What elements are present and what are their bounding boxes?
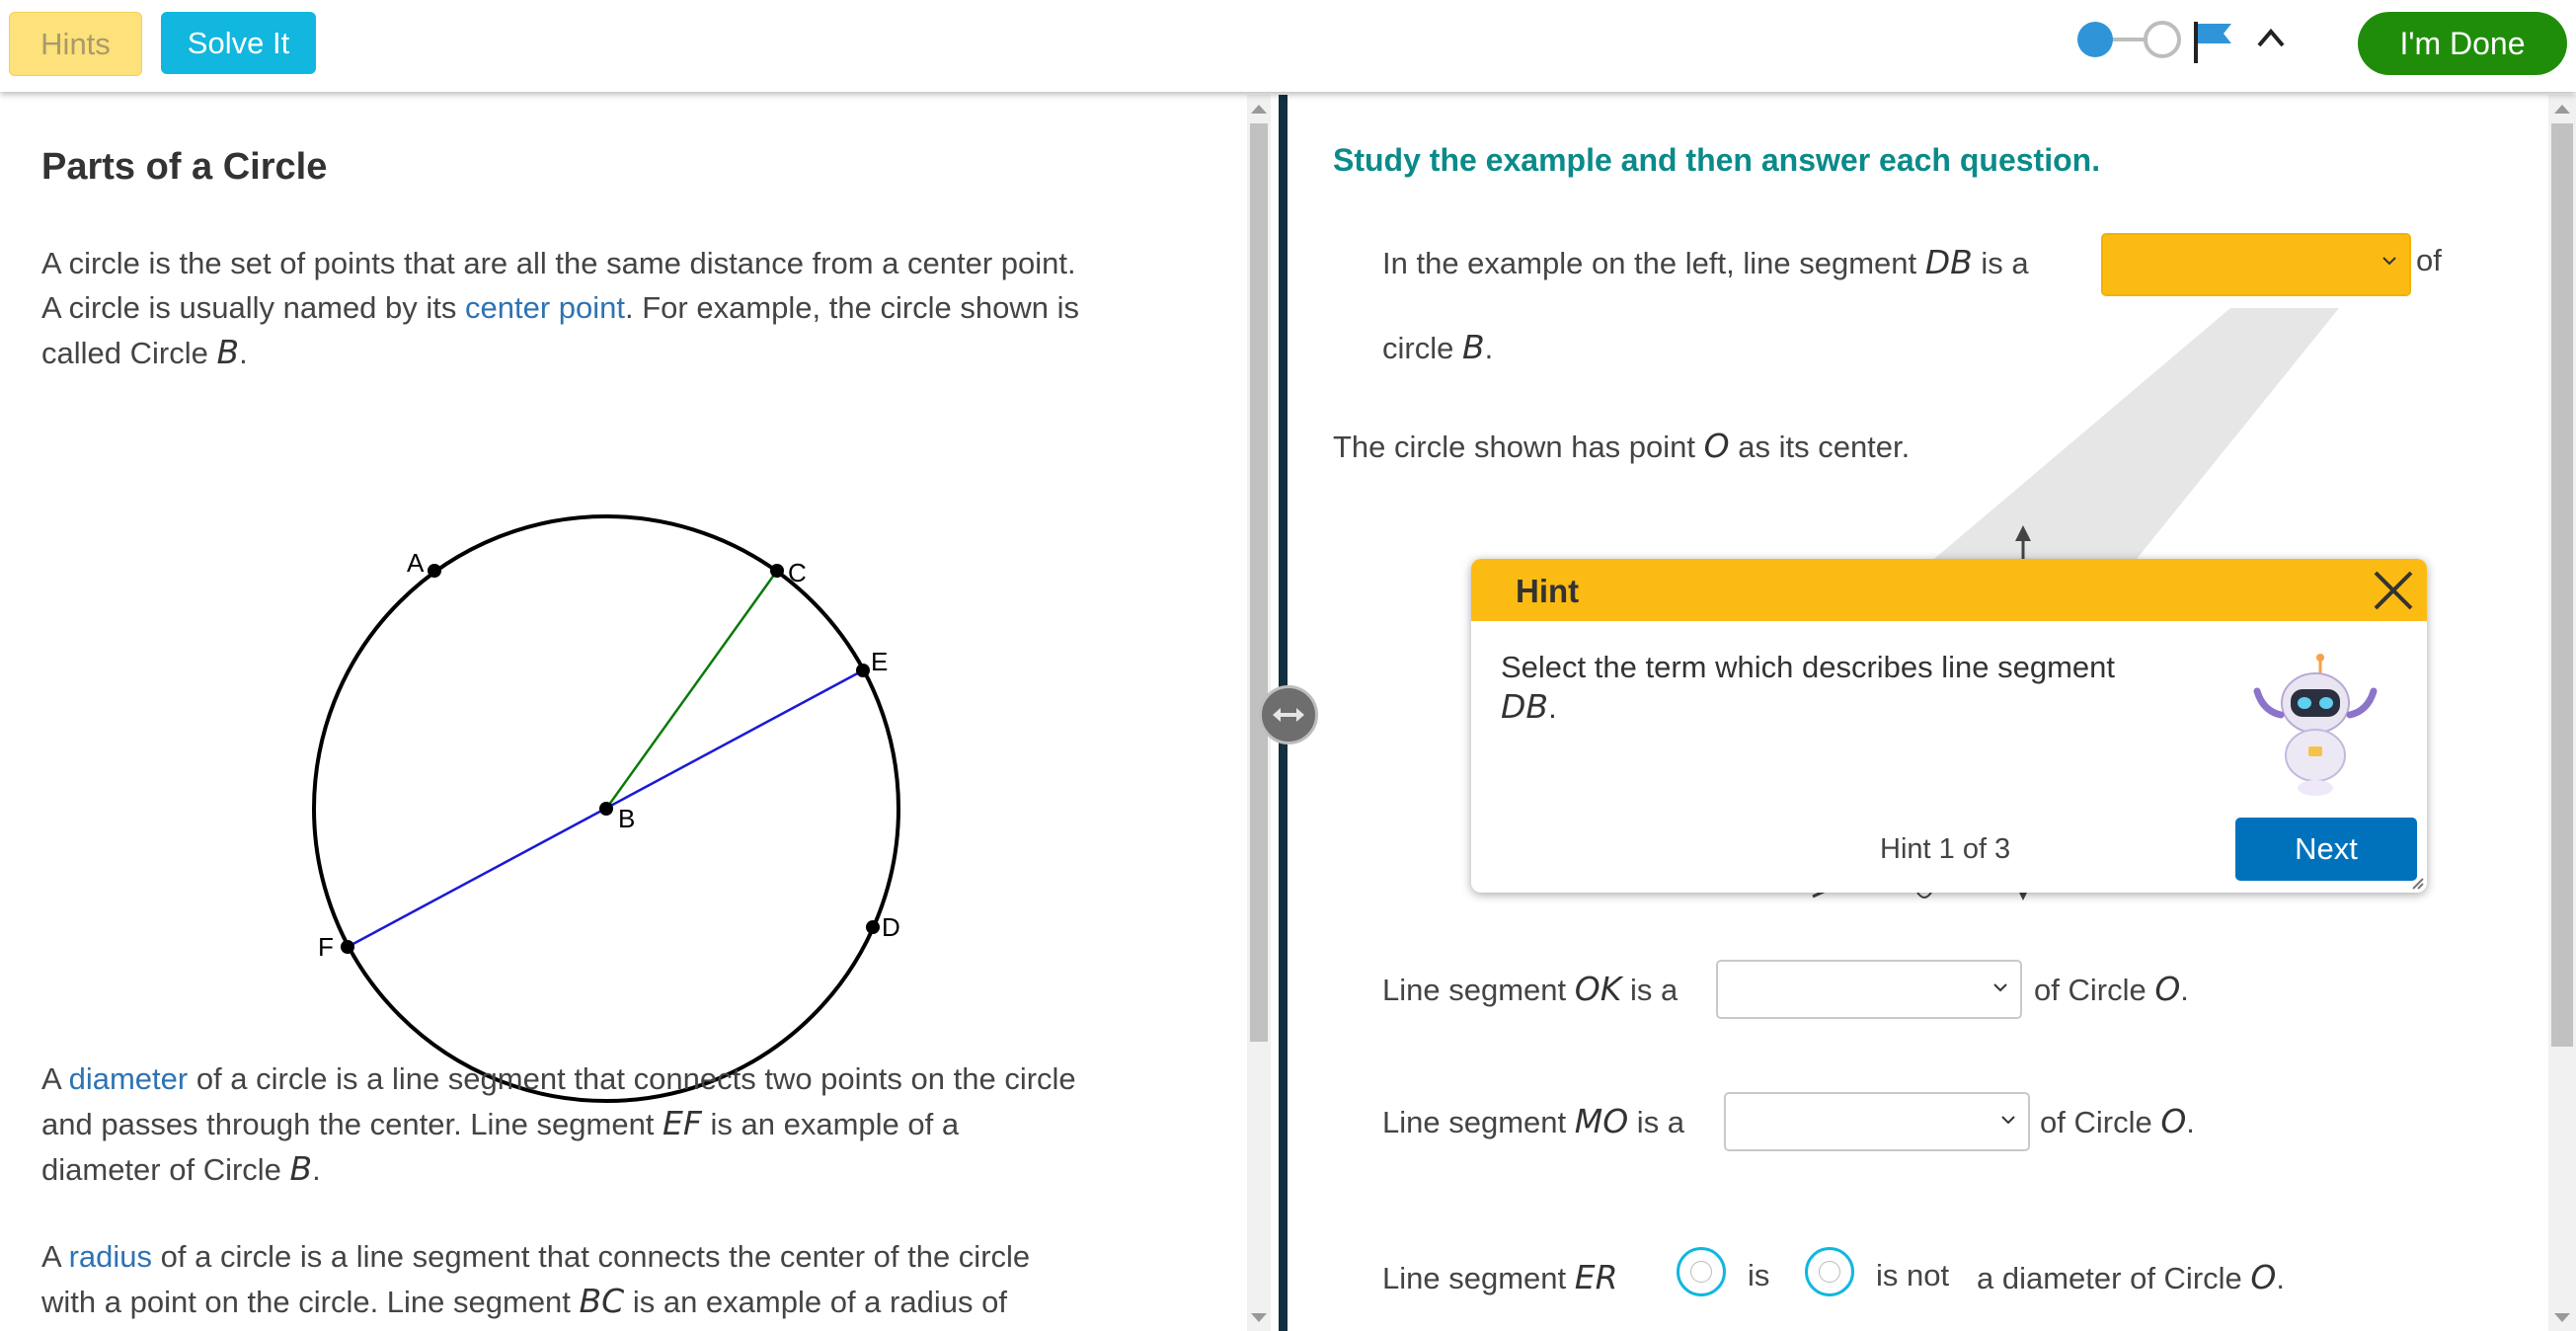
- intro-line-3: called Circle B.: [41, 333, 248, 371]
- question-4-suffix: a diameter of Circle O.: [1977, 1258, 2285, 1296]
- scroll-down-arrow-icon[interactable]: [1251, 1313, 1267, 1322]
- question-3-dropdown[interactable]: [1724, 1092, 2030, 1151]
- im-done-button[interactable]: I'm Done: [2358, 12, 2567, 75]
- question-3-text: Line segment MO is a: [1382, 1102, 1685, 1140]
- radius-bc: [604, 570, 779, 810]
- robot-mascot-icon: [2253, 654, 2378, 796]
- point-f: [341, 940, 354, 954]
- question-2-dropdown[interactable]: [1716, 960, 2022, 1019]
- hint-counter: Hint 1 of 3: [1880, 833, 2011, 865]
- lesson-scrollbar-thumb[interactable]: [1250, 123, 1268, 1042]
- progress-tracker: [2077, 21, 2231, 63]
- circle-diagram: A C E B D F: [312, 514, 900, 1103]
- empty-step-icon[interactable]: [2144, 21, 2181, 58]
- point-b: [599, 802, 613, 816]
- label-a: A: [407, 548, 425, 578]
- point-a: [428, 564, 441, 578]
- flag-icon[interactable]: [2194, 22, 2231, 63]
- center-point-link[interactable]: center point: [465, 290, 625, 325]
- top-toolbar: Hints Solve It I'm Done: [0, 0, 2576, 92]
- intro-line-1: A circle is the set of points that are a…: [41, 246, 1076, 280]
- diameter-link[interactable]: diameter: [69, 1061, 189, 1096]
- solve-it-button[interactable]: Solve It: [161, 12, 316, 74]
- pane-resize-handle[interactable]: [1259, 685, 1318, 744]
- hint-body: Select the term which describes line seg…: [1501, 650, 2116, 726]
- question-4-option-is: is: [1748, 1258, 1770, 1292]
- hints-button[interactable]: Hints: [9, 12, 142, 76]
- chevron-down-icon: [1993, 983, 2007, 992]
- question-2-text: Line segment OK is a: [1382, 970, 1678, 1008]
- intro-line-2: A circle is usually named by its center …: [41, 290, 1080, 325]
- point-e: [856, 664, 870, 677]
- point-c: [770, 564, 784, 578]
- label-b: B: [618, 804, 635, 833]
- scroll-up-arrow-icon[interactable]: [2554, 105, 2570, 114]
- next-hint-button[interactable]: Next: [2235, 818, 2417, 881]
- scroll-down-arrow-icon[interactable]: [2554, 1313, 2570, 1322]
- label-c: C: [788, 558, 807, 587]
- intro-paragraph: A circle is the set of points that are a…: [41, 241, 1197, 375]
- question-4-text: Line segment ER: [1382, 1258, 1618, 1296]
- question-4-radio-is[interactable]: [1677, 1247, 1726, 1296]
- close-icon[interactable]: [2372, 569, 2415, 612]
- point-d: [866, 920, 880, 934]
- chevron-down-icon: [2001, 1116, 2015, 1125]
- question-3-suffix: of Circle O.: [2040, 1102, 2195, 1140]
- label-f: F: [318, 932, 334, 962]
- filled-step-icon[interactable]: [2077, 22, 2113, 57]
- scroll-up-arrow-icon[interactable]: [1251, 105, 1267, 114]
- label-d: D: [882, 912, 900, 942]
- question-2-suffix: of Circle O.: [2034, 970, 2189, 1008]
- lesson-pane: Parts of a Circle A circle is the set of…: [0, 95, 1247, 1331]
- resize-grip-icon[interactable]: [2411, 877, 2425, 891]
- label-e: E: [871, 647, 888, 676]
- hint-title: Hint: [1516, 573, 1580, 609]
- page-title: Parts of a Circle: [41, 146, 328, 188]
- questions-scrollbar-thumb[interactable]: [2551, 123, 2573, 1047]
- radius-link[interactable]: radius: [69, 1239, 152, 1274]
- hint-popup: Hint Select the term which describes lin…: [1471, 559, 2427, 893]
- question-4-radio-is-not[interactable]: [1805, 1247, 1854, 1296]
- collapse-caret-icon[interactable]: [2253, 22, 2289, 57]
- diameter-paragraph: A diameter of a circle is a line segment…: [41, 1061, 1076, 1188]
- question-4-option-is-not: is not: [1876, 1258, 1950, 1292]
- hint-header: Hint: [1471, 559, 2427, 621]
- double-arrow-icon: [1273, 708, 1304, 722]
- radius-paragraph: A radius of a circle is a line segment t…: [41, 1239, 1031, 1320]
